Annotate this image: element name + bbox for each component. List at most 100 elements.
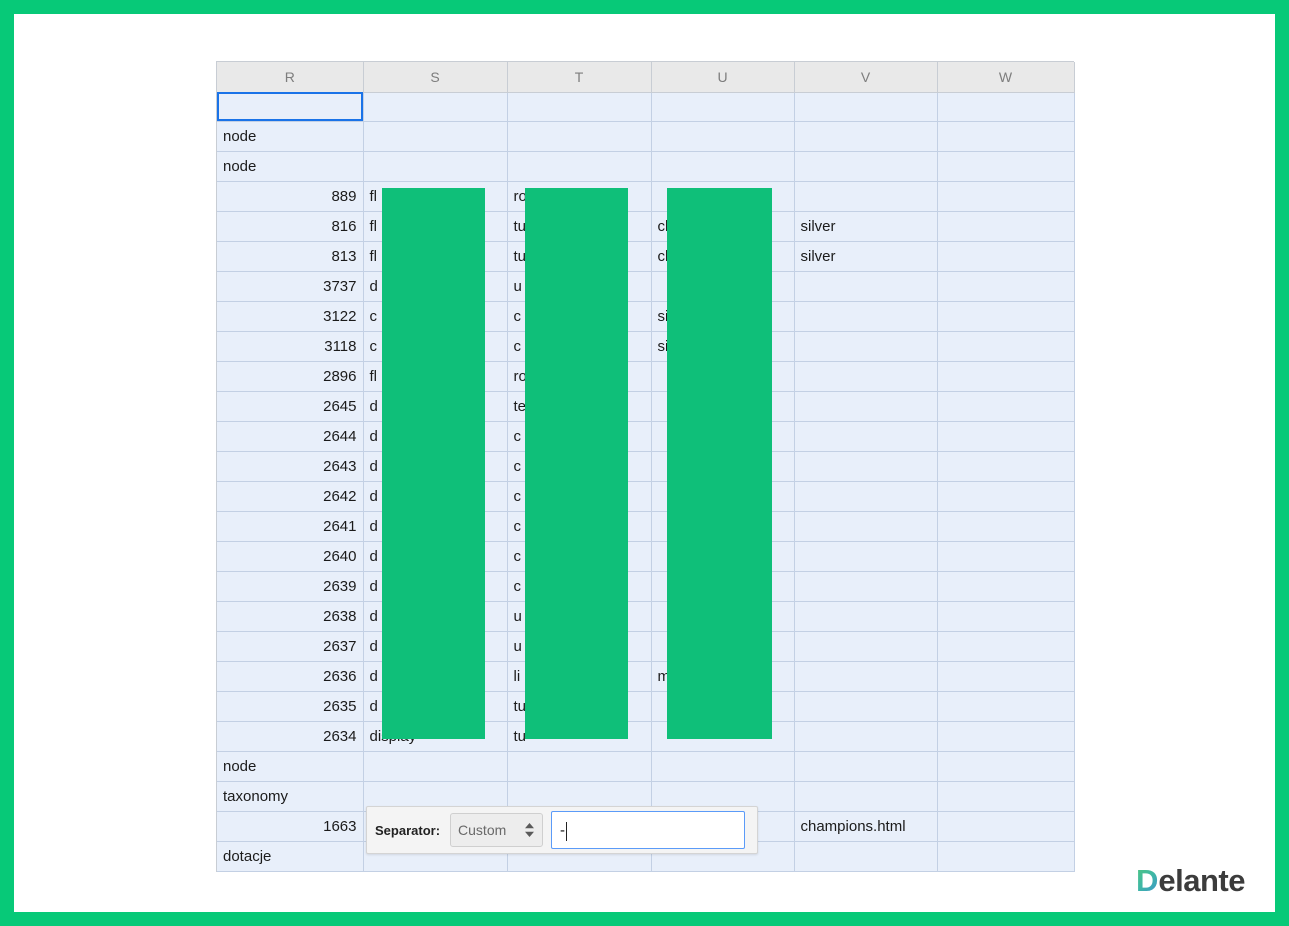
cell-W5[interactable] [937, 211, 1074, 241]
cell-W15[interactable] [937, 511, 1074, 541]
cell-S23[interactable] [363, 751, 507, 781]
cell-V5[interactable]: silver [794, 211, 937, 241]
cell-U1[interactable] [651, 92, 794, 121]
cell-R14[interactable]: 2642 [217, 481, 363, 511]
column-header-u[interactable]: U [651, 62, 794, 92]
cell-W9[interactable] [937, 331, 1074, 361]
cell-V3[interactable] [794, 151, 937, 181]
cell-T3[interactable] [507, 151, 651, 181]
cell-R7[interactable]: 3737 [217, 271, 363, 301]
cell-V22[interactable] [794, 721, 937, 751]
table-row[interactable]: node [217, 151, 1074, 181]
cell-V20[interactable] [794, 661, 937, 691]
cell-R1[interactable] [217, 92, 363, 121]
cell-W19[interactable] [937, 631, 1074, 661]
cell-W13[interactable] [937, 451, 1074, 481]
cell-V17[interactable] [794, 571, 937, 601]
cell-U3[interactable] [651, 151, 794, 181]
cell-R18[interactable]: 2638 [217, 601, 363, 631]
table-row[interactable]: 2638du [217, 601, 1074, 631]
table-row[interactable]: node [217, 121, 1074, 151]
table-row[interactable]: 2644dc [217, 421, 1074, 451]
cell-W24[interactable] [937, 781, 1074, 811]
cell-V7[interactable] [794, 271, 937, 301]
cell-V26[interactable] [794, 841, 937, 871]
cell-R9[interactable]: 3118 [217, 331, 363, 361]
cell-R13[interactable]: 2643 [217, 451, 363, 481]
cell-U23[interactable] [651, 751, 794, 781]
table-row[interactable]: 2639dc [217, 571, 1074, 601]
table-row[interactable]: 813fltuchsilver [217, 241, 1074, 271]
cell-R24[interactable]: taxonomy [217, 781, 363, 811]
spreadsheet-table[interactable]: R S T U V W nodenode889flro816fltuchsilv… [217, 62, 1075, 872]
cell-V14[interactable] [794, 481, 937, 511]
table-row[interactable]: 3737du [217, 271, 1074, 301]
cell-R25[interactable]: 1663 [217, 811, 363, 841]
cell-U2[interactable] [651, 121, 794, 151]
cell-W25[interactable] [937, 811, 1074, 841]
cell-W26[interactable] [937, 841, 1074, 871]
cell-R26[interactable]: dotacje [217, 841, 363, 871]
table-row[interactable]: 2640dc [217, 541, 1074, 571]
cell-R17[interactable]: 2639 [217, 571, 363, 601]
cell-T1[interactable] [507, 92, 651, 121]
cell-V15[interactable] [794, 511, 937, 541]
cell-W17[interactable] [937, 571, 1074, 601]
column-header-t[interactable]: T [507, 62, 651, 92]
cell-R8[interactable]: 3122 [217, 301, 363, 331]
column-header-w[interactable]: W [937, 62, 1074, 92]
cell-S2[interactable] [363, 121, 507, 151]
cell-W10[interactable] [937, 361, 1074, 391]
cell-R22[interactable]: 2634 [217, 721, 363, 751]
table-row[interactable]: 2641dc [217, 511, 1074, 541]
column-header-v[interactable]: V [794, 62, 937, 92]
table-row[interactable]: 2645dte [217, 391, 1074, 421]
table-row[interactable]: 816fltuchsilver [217, 211, 1074, 241]
cell-W11[interactable] [937, 391, 1074, 421]
cell-W8[interactable] [937, 301, 1074, 331]
cell-T23[interactable] [507, 751, 651, 781]
cell-W12[interactable] [937, 421, 1074, 451]
cell-R2[interactable]: node [217, 121, 363, 151]
cell-W14[interactable] [937, 481, 1074, 511]
cell-V9[interactable] [794, 331, 937, 361]
cell-W16[interactable] [937, 541, 1074, 571]
table-row[interactable]: 2642dc [217, 481, 1074, 511]
table-row[interactable]: 2636dlim [217, 661, 1074, 691]
table-row[interactable]: 2637du [217, 631, 1074, 661]
cell-V18[interactable] [794, 601, 937, 631]
cell-S1[interactable] [363, 92, 507, 121]
cell-V6[interactable]: silver [794, 241, 937, 271]
cell-R11[interactable]: 2645 [217, 391, 363, 421]
spreadsheet-grid[interactable]: R S T U V W nodenode889flro816fltuchsilv… [216, 61, 1074, 872]
column-header-r[interactable]: R [217, 62, 363, 92]
cell-V25[interactable]: champions.html [794, 811, 937, 841]
cell-T2[interactable] [507, 121, 651, 151]
table-row[interactable]: 3122ccsi [217, 301, 1074, 331]
cell-W23[interactable] [937, 751, 1074, 781]
cell-W3[interactable] [937, 151, 1074, 181]
cell-W1[interactable] [937, 92, 1074, 121]
cell-V13[interactable] [794, 451, 937, 481]
table-row[interactable]: 889flro [217, 181, 1074, 211]
cell-V21[interactable] [794, 691, 937, 721]
table-row[interactable]: 3118ccsi [217, 331, 1074, 361]
cell-V12[interactable] [794, 421, 937, 451]
separator-custom-input[interactable]: - [551, 811, 745, 849]
cell-W18[interactable] [937, 601, 1074, 631]
cell-V10[interactable] [794, 361, 937, 391]
cell-V1[interactable] [794, 92, 937, 121]
table-row[interactable]: 2896flro [217, 361, 1074, 391]
cell-R15[interactable]: 2641 [217, 511, 363, 541]
cell-R16[interactable]: 2640 [217, 541, 363, 571]
cell-R10[interactable]: 2896 [217, 361, 363, 391]
cell-R6[interactable]: 813 [217, 241, 363, 271]
cell-R4[interactable]: 889 [217, 181, 363, 211]
cell-R23[interactable]: node [217, 751, 363, 781]
cell-W4[interactable] [937, 181, 1074, 211]
cell-R21[interactable]: 2635 [217, 691, 363, 721]
cell-V16[interactable] [794, 541, 937, 571]
cell-S3[interactable] [363, 151, 507, 181]
cell-V19[interactable] [794, 631, 937, 661]
stepper-arrows-icon[interactable] [524, 822, 535, 838]
